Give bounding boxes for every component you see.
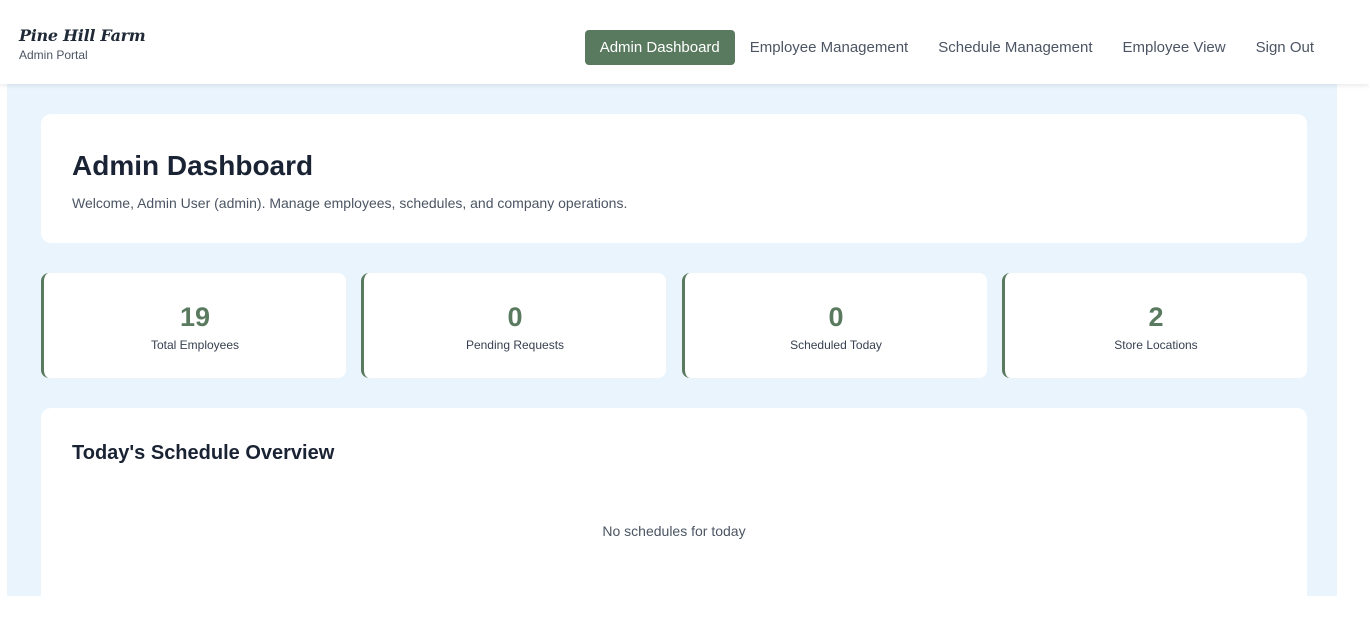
nav-sign-out[interactable]: Sign Out xyxy=(1241,30,1329,65)
section-title: Today's Schedule Overview xyxy=(72,442,335,464)
nav-schedule-management[interactable]: Schedule Management xyxy=(923,30,1107,65)
stat-card-store-locations: 2 Store Locations xyxy=(1002,273,1307,378)
stat-value: 0 xyxy=(828,302,844,332)
empty-state-message: No schedules for today xyxy=(602,523,746,539)
stat-label: Store Locations xyxy=(1114,338,1198,352)
main-nav: Admin Dashboard Employee Management Sche… xyxy=(584,30,1329,65)
stat-value: 19 xyxy=(179,302,211,332)
top-navbar: Pine Hill Farm Admin Portal Admin Dashbo… xyxy=(0,0,1369,84)
stat-card-pending-requests: 0 Pending Requests xyxy=(361,273,666,378)
brand-subtitle: Admin Portal xyxy=(19,48,88,62)
nav-employee-management[interactable]: Employee Management xyxy=(735,30,923,65)
brand-logo: Pine Hill Farm xyxy=(19,26,146,45)
stat-card-scheduled-today: 0 Scheduled Today xyxy=(682,273,987,378)
schedule-overview-card: Today's Schedule Overview No schedules f… xyxy=(41,408,1307,596)
stat-value: 2 xyxy=(1148,302,1164,332)
stat-label: Pending Requests xyxy=(465,338,565,352)
stat-value: 0 xyxy=(507,302,523,332)
brand[interactable]: Pine Hill Farm Admin Portal xyxy=(19,26,146,62)
welcome-message: Welcome, Admin User (admin). Manage empl… xyxy=(72,195,628,211)
stat-label: Scheduled Today xyxy=(790,338,882,352)
nav-admin-dashboard[interactable]: Admin Dashboard xyxy=(584,30,735,65)
stat-label: Total Employees xyxy=(150,338,240,352)
main-content: Admin Dashboard Welcome, Admin User (adm… xyxy=(7,84,1337,596)
nav-employee-view[interactable]: Employee View xyxy=(1108,30,1241,65)
page-title: Admin Dashboard xyxy=(72,150,314,181)
stat-card-total-employees: 19 Total Employees xyxy=(41,273,346,378)
dashboard-header-card: Admin Dashboard Welcome, Admin User (adm… xyxy=(41,114,1307,243)
